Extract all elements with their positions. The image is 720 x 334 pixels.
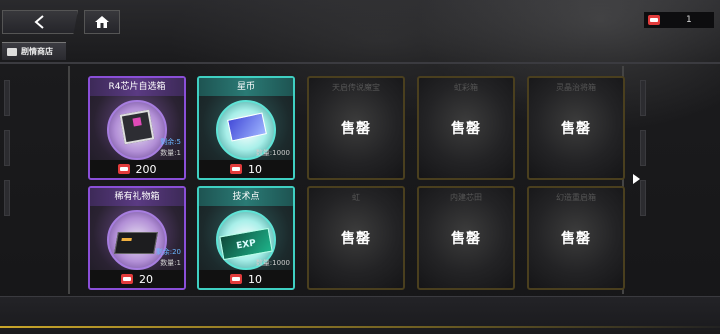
price-value: 10 — [248, 162, 262, 176]
shop-item-sold-out[interactable]: 幻造重启箱 售罄 — [527, 186, 625, 290]
ticket-icon — [230, 164, 242, 174]
item-title: 天启传说魔宝 — [332, 83, 380, 92]
item-title: 虹彩箱 — [454, 83, 478, 92]
shop-item-sold-out[interactable]: 虹 售罄 — [307, 186, 405, 290]
home-icon — [95, 16, 109, 28]
home-button[interactable] — [84, 10, 120, 34]
sold-out-label: 售罄 — [341, 121, 371, 137]
item-title: R4芯片自选箱 — [90, 78, 184, 96]
currency-value: 1 — [686, 15, 692, 25]
item-title: 内建芯田 — [450, 193, 482, 202]
shop-item-r4-chip-box[interactable]: R4芯片自选箱 剩余:5 数量:1 200 — [88, 76, 186, 180]
item-title: 虹 — [352, 193, 360, 202]
bottom-bar — [0, 296, 720, 334]
item-quantity: 数量:1 — [160, 149, 181, 157]
bottom-accent-line — [0, 326, 720, 328]
shop-item-sold-out[interactable]: 天启传说魔宝 售罄 — [307, 76, 405, 180]
item-title: 灵晶治将箱 — [556, 83, 596, 92]
shop-item-sold-out[interactable]: 灵晶治将箱 售罄 — [527, 76, 625, 180]
chevron-left-icon — [34, 15, 44, 29]
item-title: 稀有礼物箱 — [90, 188, 184, 206]
item-remaining: 剩余:5 — [160, 138, 181, 146]
shop-item-rare-gift-box[interactable]: 稀有礼物箱 剩余:20 数量:1 20 — [88, 186, 186, 290]
item-quantity: 数量:1 — [160, 259, 181, 267]
ticket-icon — [121, 274, 133, 284]
item-quantity: 数量:1000 — [255, 259, 290, 267]
price-value: 10 — [248, 272, 262, 286]
sold-out-label: 售罄 — [341, 231, 371, 247]
item-title: 星币 — [199, 78, 293, 96]
next-page-arrow-icon[interactable] — [633, 174, 640, 184]
ticket-icon — [648, 15, 660, 25]
item-price: 10 — [199, 160, 293, 178]
divider — [0, 62, 720, 64]
shop-item-sold-out[interactable]: 虹彩箱 售罄 — [417, 76, 515, 180]
shop-item-tech-points[interactable]: 技术点 EXP 数量:1000 10 — [197, 186, 295, 290]
sold-out-label: 售罄 — [561, 231, 591, 247]
right-scroll-decor — [640, 80, 646, 270]
sold-out-label: 售罄 — [451, 231, 481, 247]
ticket-icon — [230, 274, 242, 284]
item-price: 10 — [199, 270, 293, 288]
item-quantity: 数量:1000 — [255, 149, 290, 157]
chip-box-icon — [119, 109, 155, 145]
sold-out-label: 售罄 — [561, 121, 591, 137]
shop-item-star-coin[interactable]: 星币 数量:1000 10 — [197, 76, 295, 180]
shop-item-sold-out[interactable]: 内建芯田 售罄 — [417, 186, 515, 290]
item-remaining: 剩余:20 — [155, 248, 181, 256]
currency-display: 1 — [644, 12, 714, 28]
store-icon — [7, 47, 17, 56]
ticket-icon — [117, 164, 130, 174]
back-button[interactable] — [2, 10, 78, 34]
price-value: 200 — [135, 162, 157, 176]
tab-label: 剧情商店 — [21, 47, 53, 56]
item-price: 200 — [90, 160, 184, 178]
top-bar: 1 — [0, 0, 720, 44]
left-scroll-decor — [4, 80, 10, 270]
price-value: 20 — [139, 272, 153, 286]
item-title: 幻造重启箱 — [556, 193, 596, 202]
item-price: 20 — [90, 270, 184, 288]
sold-out-label: 售罄 — [451, 121, 481, 137]
gift-box-icon — [114, 232, 158, 254]
tab-story-shop[interactable]: 剧情商店 — [2, 42, 66, 60]
item-title: 技术点 — [199, 188, 293, 206]
